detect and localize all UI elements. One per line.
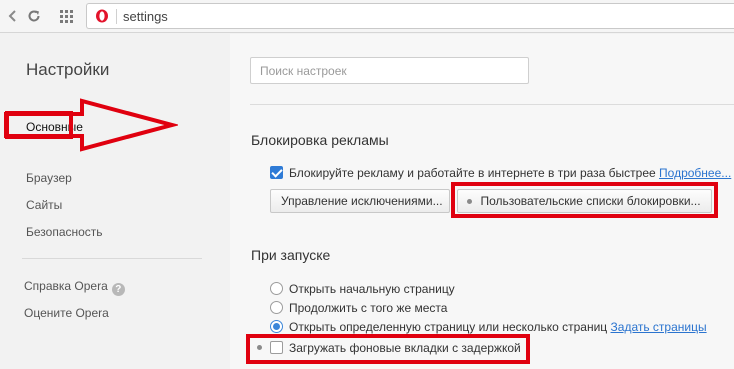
ad-block-text: Блокируйте рекламу и работайте в интерне…: [289, 166, 656, 180]
search-input[interactable]: [250, 57, 529, 84]
sidebar-title: Настройки: [26, 60, 110, 79]
more-info-link[interactable]: Подробнее...: [659, 166, 731, 180]
back-arrow-icon[interactable]: [4, 7, 22, 25]
startup-label-continue: Продолжить с того же места: [289, 301, 448, 315]
sidebar-item-sites[interactable]: Сайты: [26, 198, 62, 212]
address-bar[interactable]: settings: [86, 3, 734, 29]
address-text[interactable]: settings: [123, 9, 168, 24]
startup-label-home: Открыть начальную страницу: [289, 282, 455, 296]
ad-block-label: Блокируйте рекламу и работайте в интерне…: [289, 166, 731, 180]
ad-block-checkbox[interactable]: [270, 166, 283, 179]
browser-toolbar: settings: [0, 0, 734, 33]
speed-dial-icon[interactable]: [57, 7, 75, 25]
sidebar-item-browser[interactable]: Браузер: [26, 171, 72, 185]
startup-specific-text: Открыть определенную страницу или нескол…: [289, 320, 608, 334]
startup-label-specific: Открыть определенную страницу или нескол…: [289, 320, 707, 334]
manage-exceptions-button[interactable]: Управление исключениями...: [270, 189, 450, 213]
annotation-box-basic: [5, 111, 73, 139]
set-pages-link[interactable]: Задать страницы: [611, 320, 707, 334]
annotation-box-background-tabs: [246, 334, 530, 364]
address-separator: [116, 9, 117, 24]
startup-radio-specific[interactable]: [270, 320, 283, 333]
ad-block-title: Блокировка рекламы: [251, 132, 389, 148]
help-label[interactable]: Справка Opera: [24, 279, 108, 293]
sidebar-item-rate[interactable]: Оцените Opera: [24, 306, 109, 320]
opera-logo-icon: [95, 9, 109, 23]
sidebar-item-security[interactable]: Безопасность: [26, 225, 103, 239]
sidebar-divider: [22, 258, 202, 259]
startup-radio-continue[interactable]: [270, 301, 283, 314]
settings-sidebar: Настройки Основные Браузер Сайты Безопас…: [0, 34, 230, 369]
help-icon: ?: [111, 283, 125, 296]
content-divider: [250, 104, 734, 105]
startup-title: При запуске: [251, 247, 331, 263]
sidebar-item-help[interactable]: Справка Opera?: [24, 279, 125, 296]
reload-icon[interactable]: [25, 7, 43, 25]
annotation-box-custom-lists: [451, 182, 718, 218]
startup-radio-home[interactable]: [270, 282, 283, 295]
